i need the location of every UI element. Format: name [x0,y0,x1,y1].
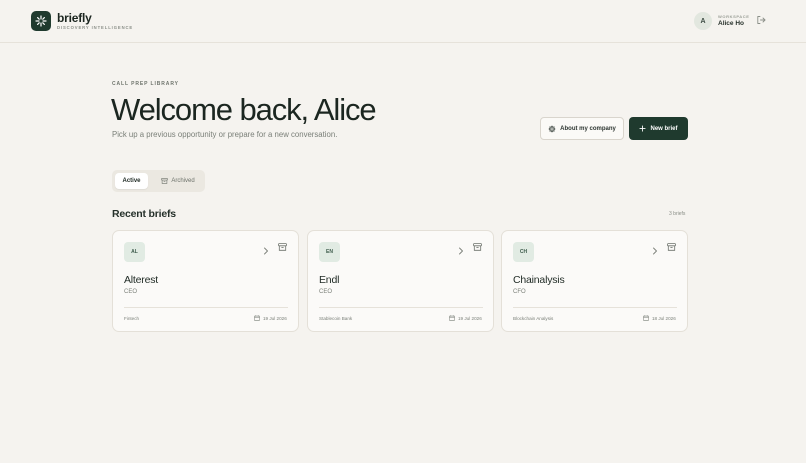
card-divider [319,307,483,308]
calendar-icon [643,315,649,321]
brand-name: briefly [57,11,92,25]
company-industry: Stablecoin Bank [319,316,353,321]
brief-count: 3 briefs [669,211,686,217]
page-title: Welcome back, Alice [111,92,377,127]
tab-archived[interactable]: Archived [153,173,203,189]
contact-role: CFO [513,289,526,295]
brand-logo-icon[interactable] [31,11,51,31]
brief-card[interactable]: AL Alterest CEO Fintech 19 Jul 2026 [112,230,299,332]
user-name: Alice Ho [718,20,745,27]
brief-date-text: 18 Jul 2026 [652,315,676,321]
brief-date: 18 Jul 2026 [643,315,676,321]
brief-date: 19 Jul 2026 [254,315,287,321]
brand-tagline: DISCOVERY INTELLIGENCE [57,25,134,30]
company-initials-badge: CH [513,242,534,262]
calendar-icon [254,315,260,321]
company-industry: Blockchain Analysis [513,316,554,321]
top-bar: briefly DISCOVERY INTELLIGENCE A WORKSPA… [0,0,806,43]
chevron-right-icon[interactable] [458,247,464,255]
calendar-icon [449,315,455,321]
company-name: Alterest [124,274,158,286]
company-initials-badge: AL [124,242,145,262]
brief-date-text: 19 Jul 2026 [458,315,482,321]
brief-date-text: 19 Jul 2026 [263,315,287,321]
card-divider [124,307,288,308]
archive-icon[interactable] [667,243,676,251]
settings-icon [548,125,556,132]
brief-card[interactable]: CH Chainalysis CFO Blockchain Analysis 1… [501,230,688,332]
user-avatar[interactable]: A [694,12,712,30]
tab-active[interactable]: Active [115,173,148,189]
page-eyebrow: CALL PREP LIBRARY [112,81,179,87]
company-name: Endl [319,274,340,286]
company-initials-badge: EN [319,242,340,262]
tab-archived-label: Archived [171,178,195,184]
archive-icon [161,178,169,184]
brief-status-tabs: Active Archived [112,170,205,192]
company-industry: Fintech [124,316,140,321]
brief-date: 19 Jul 2026 [449,315,482,321]
sparkle-icon [35,15,47,27]
contact-role: CEO [319,289,333,295]
logout-icon[interactable] [756,15,766,25]
workspace-label: WORKSPACE [718,14,750,19]
archive-icon[interactable] [278,243,287,251]
card-divider [513,307,677,308]
archive-icon[interactable] [473,243,482,251]
about-company-label: About my company [560,125,616,132]
new-brief-label: New brief [650,125,678,132]
company-name: Chainalysis [513,274,565,286]
page-subtitle: Pick up a previous opportunity or prepar… [112,130,338,139]
new-brief-button[interactable]: New brief [629,117,688,140]
about-company-button[interactable]: About my company [540,117,624,140]
contact-role: CEO [124,289,138,295]
section-title: Recent briefs [112,208,176,220]
brief-card[interactable]: EN Endl CEO Stablecoin Bank 19 Jul 2026 [307,230,494,332]
plus-icon [639,125,647,132]
chevron-right-icon[interactable] [263,247,269,255]
chevron-right-icon[interactable] [652,247,658,255]
